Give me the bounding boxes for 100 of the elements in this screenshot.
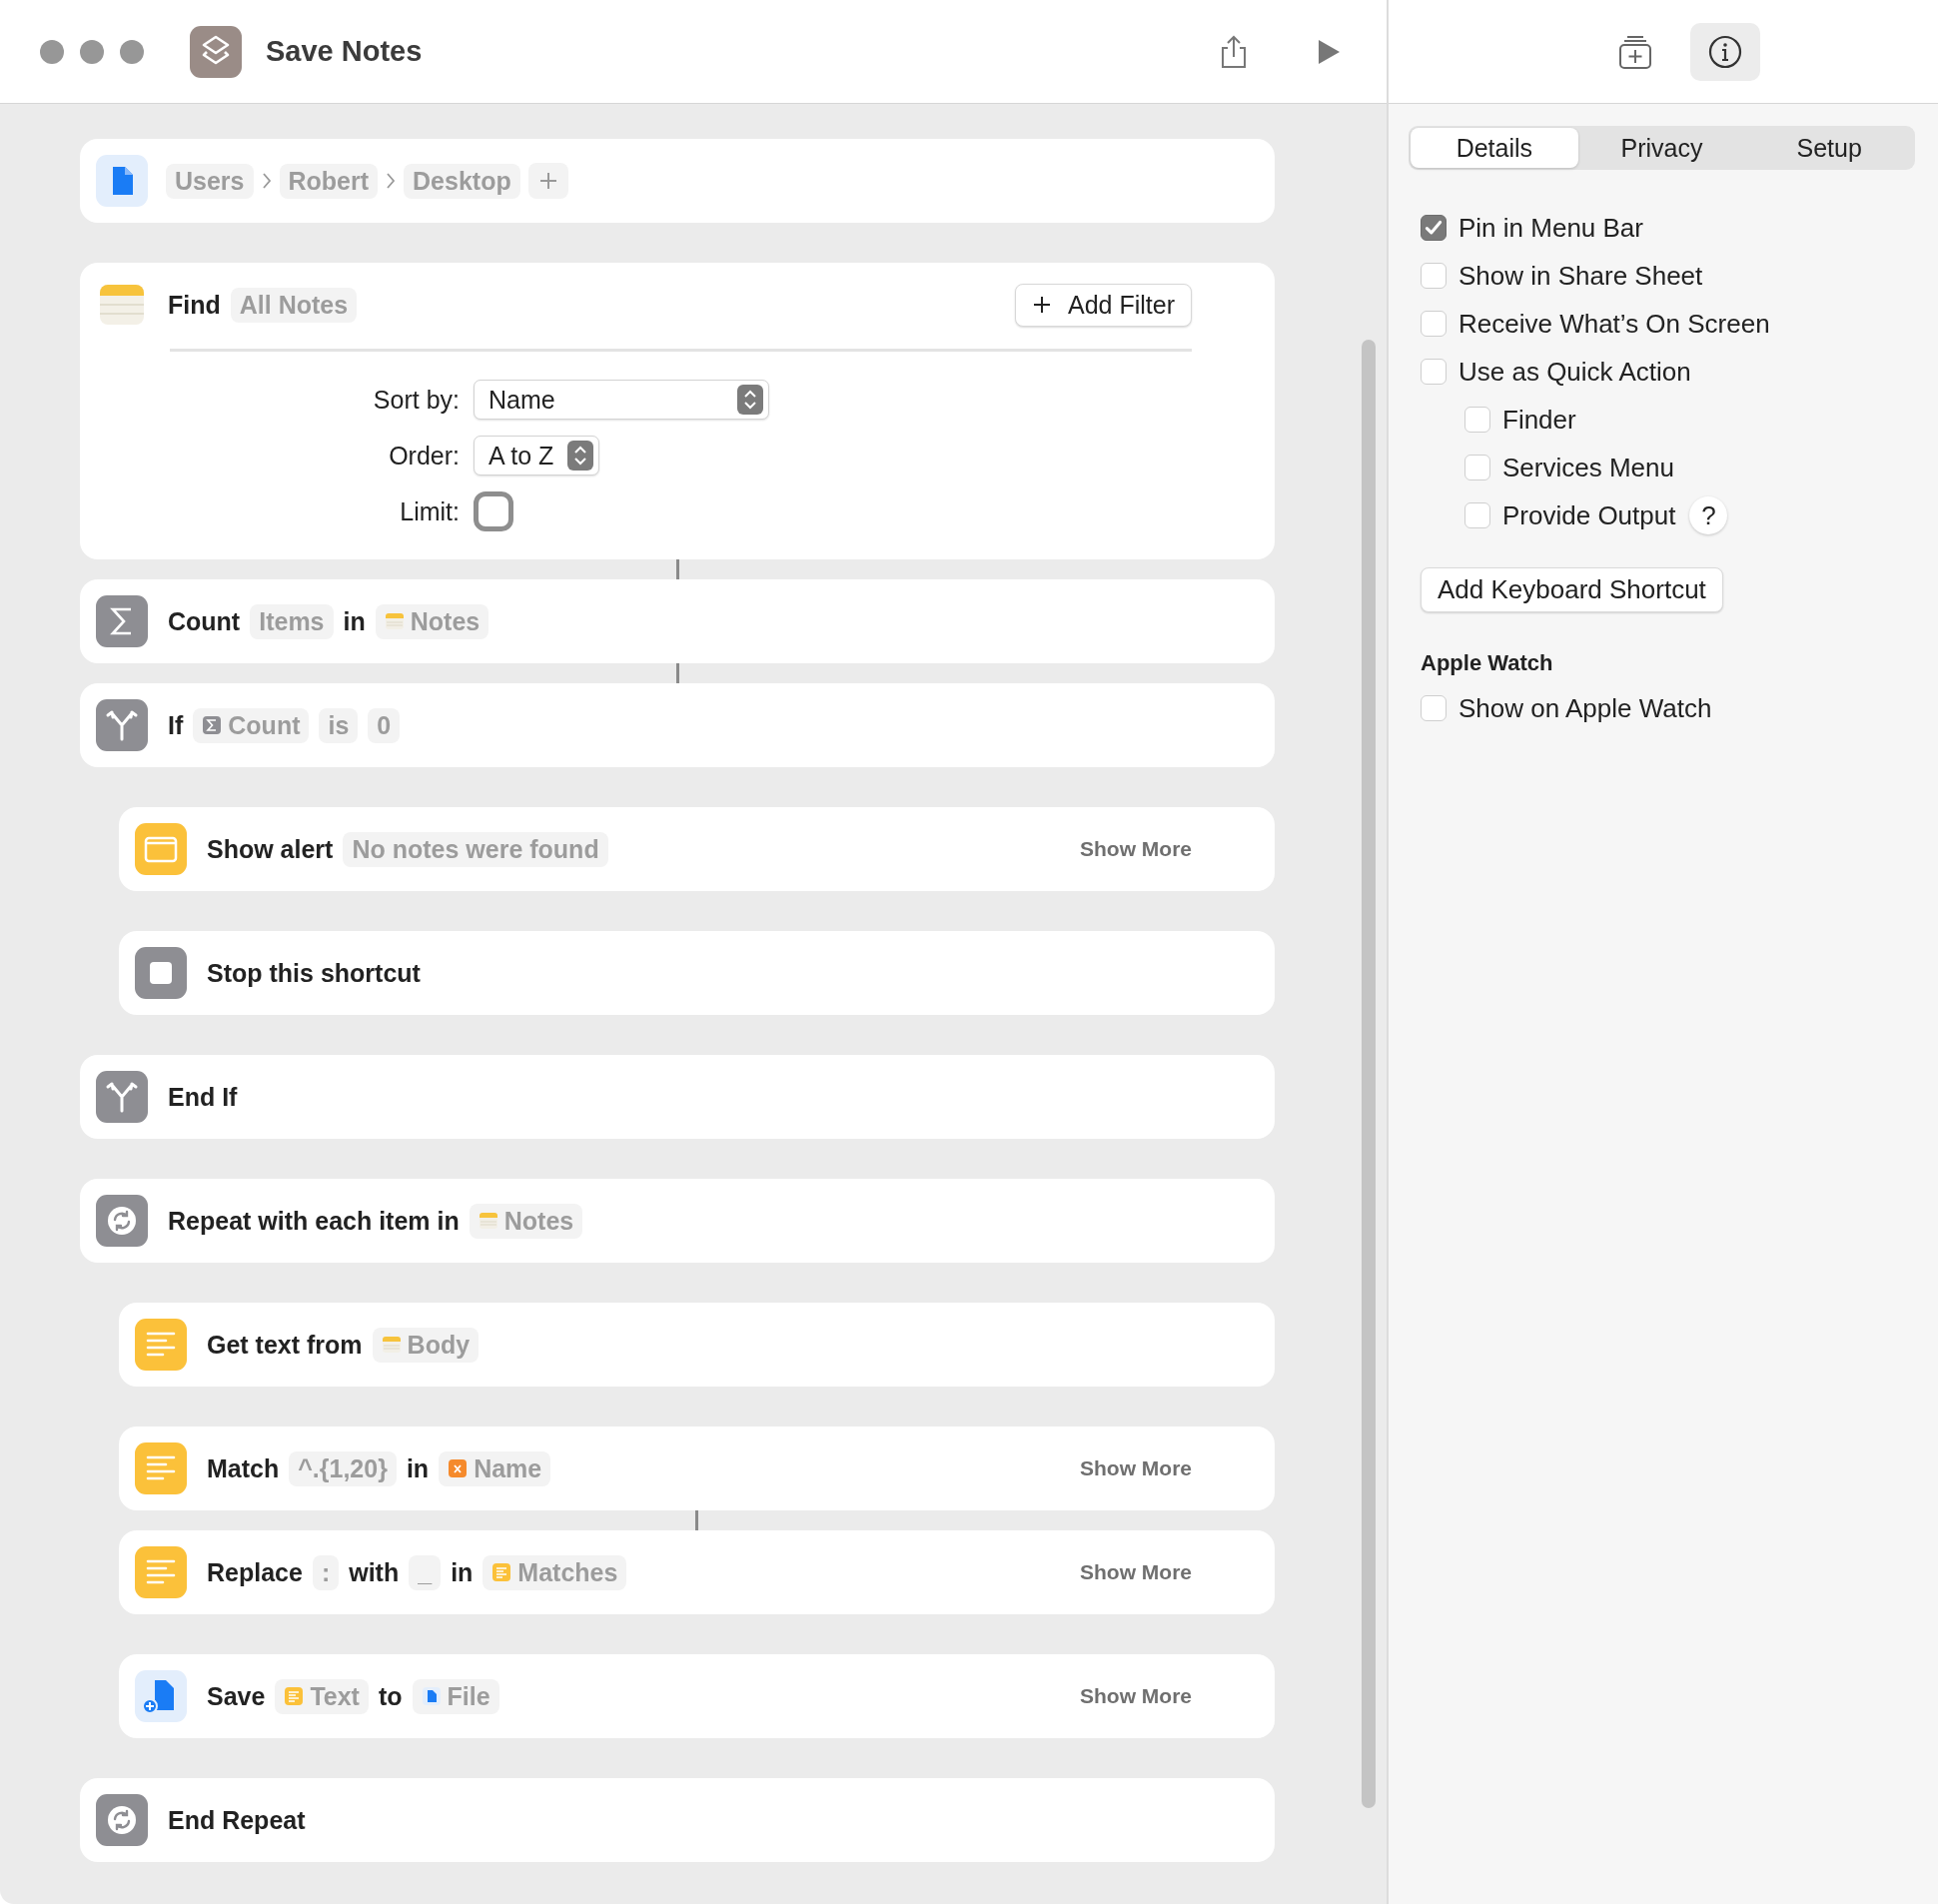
token-text: ^.{1,20} xyxy=(298,1453,388,1483)
branch-icon xyxy=(96,1071,148,1123)
action-label: Count xyxy=(168,606,241,636)
sigma-icon xyxy=(202,715,223,735)
chevron-right-icon xyxy=(386,172,397,190)
plus-icon xyxy=(1032,295,1052,315)
token-text: No notes were found xyxy=(352,834,599,864)
checkbox-label: Use as Quick Action xyxy=(1458,356,1691,388)
action-card[interactable]: End Repeat xyxy=(80,1778,1275,1862)
notes-icon xyxy=(478,1211,498,1231)
token-text: 0 xyxy=(377,710,392,740)
document-icon xyxy=(421,1686,442,1706)
token-text: is xyxy=(328,710,350,740)
repeat-icon xyxy=(96,1195,148,1247)
action-label: in xyxy=(406,1453,430,1483)
token-text: Name xyxy=(474,1453,542,1483)
stepper-icon xyxy=(737,385,763,415)
sigma-icon xyxy=(96,595,148,647)
action-label: Find xyxy=(168,290,221,320)
stepper-icon xyxy=(567,441,594,471)
action-card[interactable]: Stop this shortcut xyxy=(119,931,1275,1015)
text-icon xyxy=(135,1442,187,1494)
section-heading: Apple Watch xyxy=(1421,650,1554,676)
add-filter-button[interactable]: Add Filter xyxy=(1015,283,1192,327)
window-title: Save Notes xyxy=(266,35,423,68)
action-label: End Repeat xyxy=(168,1805,306,1835)
info-button[interactable] xyxy=(1690,22,1760,81)
popup-value: Name xyxy=(488,385,555,415)
action-card[interactable]: Get text from Body xyxy=(119,1303,1275,1387)
checkbox-label: Show in Share Sheet xyxy=(1458,260,1703,292)
show-more-link[interactable]: Show More xyxy=(1080,1560,1192,1584)
token-text: Notes xyxy=(410,606,481,636)
checkbox-label: Pin in Menu Bar xyxy=(1458,212,1643,244)
action-card[interactable]: Find All Notes Add Filter Sort by: Name Order: A to Z Limit: xyxy=(80,263,1275,559)
action-label: in xyxy=(343,606,366,636)
action-card[interactable]: Repeat with each item in Notes xyxy=(80,1179,1275,1263)
text-icon xyxy=(491,1562,512,1582)
action-card[interactable]: Replace : with _ in Matches Show More xyxy=(119,1530,1275,1614)
show-more-link[interactable]: Show More xyxy=(1080,1456,1192,1480)
chevron-right-icon xyxy=(261,172,272,190)
limit-checkbox[interactable] xyxy=(474,491,513,531)
action-card[interactable]: Save Text to File Show More xyxy=(119,1654,1275,1738)
action-card[interactable]: Match ^.{1,20} in Name Show More xyxy=(119,1427,1275,1510)
help-button[interactable]: ? xyxy=(1689,496,1728,534)
plus-icon xyxy=(537,171,558,191)
zoom-window-button[interactable] xyxy=(120,39,144,64)
token-text: Matches xyxy=(517,1557,618,1587)
notes-icon xyxy=(384,611,405,631)
token-text: File xyxy=(447,1681,490,1711)
show-more-link[interactable]: Show More xyxy=(1080,837,1192,861)
token-text: Text xyxy=(310,1681,360,1711)
popup-value: A to Z xyxy=(488,441,554,471)
token-text: Items xyxy=(259,606,325,636)
token-text: Notes xyxy=(503,1206,574,1236)
popup-menu[interactable]: Name xyxy=(474,380,769,420)
add-keyboard-shortcut-button[interactable]: Add Keyboard Shortcut xyxy=(1421,567,1723,612)
checkbox-label: Provide Output xyxy=(1502,499,1676,531)
variable-icon xyxy=(448,1458,469,1478)
action-label: Get text from xyxy=(207,1330,363,1360)
add-path-button[interactable] xyxy=(527,163,568,199)
token-text: All Notes xyxy=(239,290,349,320)
action-label: End If xyxy=(168,1082,238,1112)
repeat-icon xyxy=(96,1794,148,1846)
action-label: Repeat with each item in xyxy=(168,1206,460,1236)
token-text: : xyxy=(321,1557,331,1587)
action-label: Save xyxy=(207,1681,266,1711)
action-label: to xyxy=(378,1681,403,1711)
checkbox-label: Receive What’s On Screen xyxy=(1458,308,1770,340)
info-icon xyxy=(1707,33,1743,70)
action-label: in xyxy=(451,1557,474,1587)
action-label: Match xyxy=(207,1453,280,1483)
action-card[interactable]: End If xyxy=(80,1055,1275,1139)
action-label: Show alert xyxy=(207,834,334,864)
action-label: Replace xyxy=(207,1557,303,1587)
inspector-tab[interactable]: Setup xyxy=(1745,128,1913,168)
token-text: Count xyxy=(228,710,301,740)
layers-icon xyxy=(190,25,242,78)
popup-menu[interactable]: A to Z xyxy=(474,436,600,476)
minimize-window-button[interactable] xyxy=(80,39,104,64)
option-label: Sort by: xyxy=(373,385,460,415)
action-card[interactable]: Show alert No notes were found Show More xyxy=(119,807,1275,891)
option-label: Order: xyxy=(389,441,460,471)
branch-icon xyxy=(96,699,148,751)
action-label: Stop this shortcut xyxy=(207,958,421,988)
checkbox[interactable] xyxy=(1421,215,1447,241)
text-icon xyxy=(135,1319,187,1371)
action-label: with xyxy=(349,1557,400,1587)
stop-icon xyxy=(135,947,187,999)
inspector-tab[interactable]: Privacy xyxy=(1577,128,1746,168)
show-more-link[interactable]: Show More xyxy=(1080,1684,1192,1708)
scrollbar[interactable] xyxy=(1362,340,1376,1808)
token-text: Body xyxy=(407,1330,471,1360)
alert-window-icon xyxy=(135,823,187,875)
token-text: _ xyxy=(418,1557,433,1587)
checkbox-label: Finder xyxy=(1502,404,1576,436)
document-icon xyxy=(96,155,148,207)
text-icon xyxy=(135,1546,187,1598)
close-window-button[interactable] xyxy=(40,39,64,64)
inspector-tab[interactable]: Details xyxy=(1411,128,1578,168)
option-label: Limit: xyxy=(400,496,460,526)
